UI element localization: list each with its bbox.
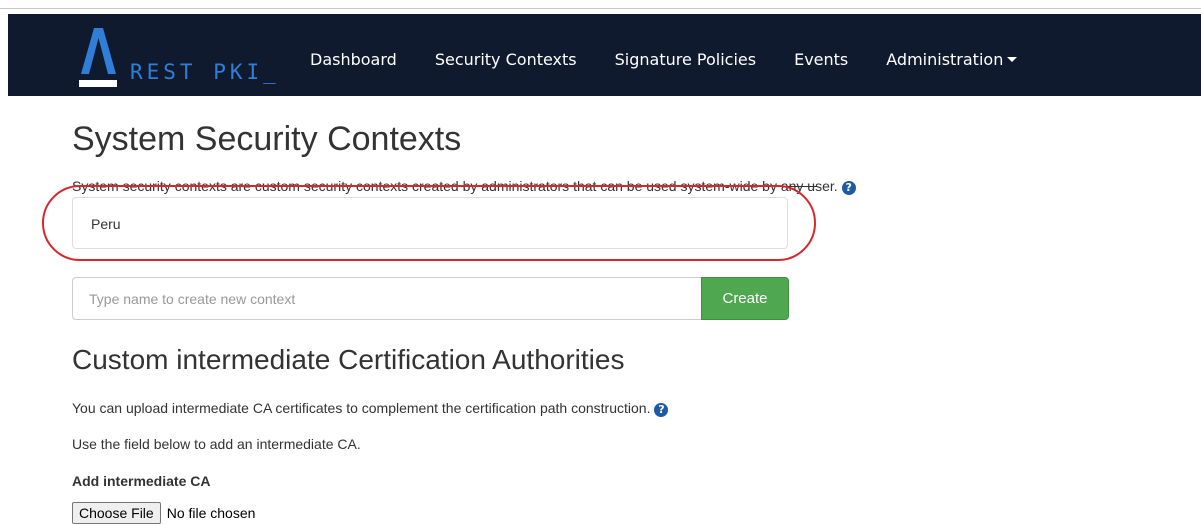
no-file-chosen-text: No file chosen — [166, 505, 256, 521]
question-circle-icon[interactable]: ? — [841, 181, 856, 195]
nav-administration-label: Administration — [886, 50, 1004, 69]
intermediate-ca-description-text: You can upload intermediate CA certifica… — [72, 400, 651, 416]
caret-down-icon — [1007, 57, 1018, 62]
nav-events[interactable]: Events — [794, 50, 848, 69]
brand-text: REST PKI_ — [130, 60, 280, 84]
security-context-name: Peru — [91, 216, 121, 232]
browser-top-edge — [0, 0, 1201, 9]
nav-security-contexts[interactable]: Security Contexts — [435, 50, 577, 69]
create-button[interactable]: Create — [701, 277, 789, 320]
choose-file-button[interactable]: Choose File — [72, 502, 161, 524]
nav-dashboard[interactable]: Dashboard — [310, 50, 397, 69]
brand-logo[interactable]: REST PKI_ — [72, 28, 302, 92]
new-context-input[interactable] — [72, 277, 702, 320]
nav-administration-dropdown[interactable]: Administration — [886, 50, 1018, 69]
page-title: System Security Contexts — [72, 120, 462, 158]
file-upload-field: Choose File No file chosen — [72, 502, 255, 524]
nav-signature-policies[interactable]: Signature Policies — [615, 50, 756, 69]
intermediate-ca-description: You can upload intermediate CA certifica… — [72, 400, 669, 417]
security-context-item[interactable]: Peru — [72, 197, 788, 249]
logo-mark-icon — [79, 28, 117, 87]
question-circle-icon[interactable]: ? — [654, 403, 669, 417]
intermediate-ca-instructions: Use the field below to add an intermedia… — [72, 436, 361, 452]
add-intermediate-ca-label: Add intermediate CA — [72, 473, 211, 489]
intermediate-ca-title: Custom intermediate Certification Author… — [72, 344, 625, 375]
top-navbar: REST PKI_ Dashboard Security Contexts Si… — [8, 14, 1201, 96]
strikethrough-mark — [72, 186, 817, 187]
